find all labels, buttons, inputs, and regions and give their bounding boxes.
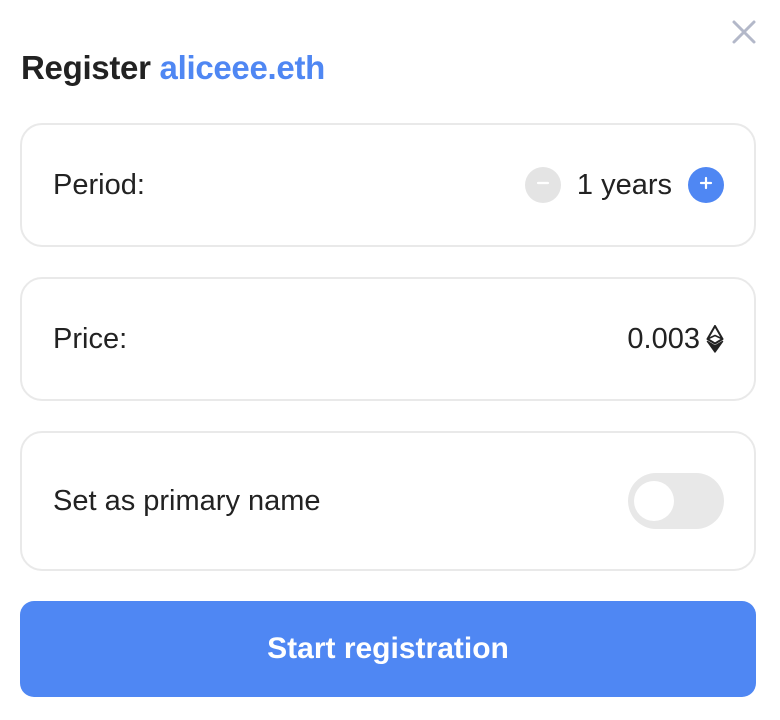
primary-name-card: Set as primary name — [20, 431, 756, 571]
plus-icon — [697, 174, 715, 197]
domain-name: aliceee.eth — [159, 49, 326, 86]
period-stepper: 1 years — [524, 167, 724, 203]
price-value: 0.003 — [627, 322, 700, 355]
primary-name-label: Set as primary name — [53, 485, 321, 517]
price-card: Price: 0.003 — [20, 277, 756, 401]
dialog-title: Register aliceee.eth — [21, 48, 325, 88]
start-registration-button[interactable]: Start registration — [20, 601, 756, 697]
title-prefix: Register — [21, 49, 151, 86]
price-label: Price: — [53, 323, 128, 355]
register-dialog: Register aliceee.eth Period: 1 years Pri… — [0, 0, 780, 720]
period-label: Period: — [53, 169, 145, 201]
price-amount: 0.003 — [627, 323, 724, 356]
decrement-period-button[interactable] — [524, 167, 561, 203]
ethereum-icon — [706, 325, 724, 353]
primary-name-toggle[interactable] — [628, 473, 724, 529]
increment-period-button[interactable] — [688, 167, 724, 203]
period-value: 1 years — [576, 168, 672, 201]
period-card: Period: 1 years — [20, 123, 756, 247]
toggle-knob — [634, 481, 674, 521]
close-icon — [731, 19, 757, 50]
minus-icon — [534, 174, 552, 197]
close-button[interactable] — [728, 18, 760, 50]
